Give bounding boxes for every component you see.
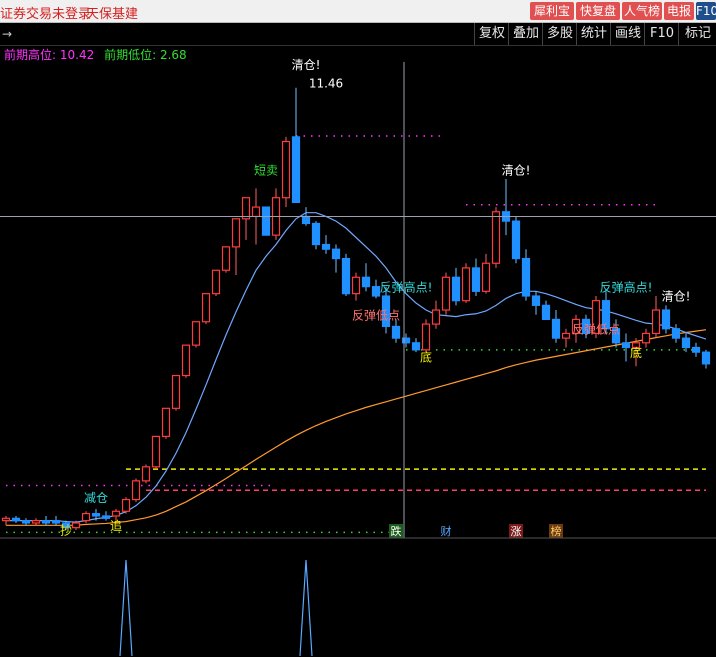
- candle-body: [331, 248, 341, 260]
- candle-body: [671, 328, 681, 339]
- candle-body: [561, 332, 571, 339]
- chart-annotation: 减仓: [84, 491, 108, 505]
- candle-body: [201, 293, 211, 323]
- candle-body: [131, 480, 141, 501]
- candle-body: [301, 215, 311, 225]
- candle-body: [121, 498, 131, 512]
- candle-body: [261, 206, 271, 236]
- candle-body: [691, 346, 701, 353]
- candle-body: [441, 276, 451, 311]
- candle-body: [701, 351, 711, 365]
- candle-body: [651, 309, 661, 335]
- candle-body: [471, 267, 481, 292]
- marker-label: 涨: [511, 525, 522, 538]
- candle-body: [661, 309, 671, 330]
- candle-body: [341, 257, 351, 295]
- candle-body: [461, 267, 471, 302]
- candle-body: [221, 246, 231, 271]
- candle-body: [321, 243, 331, 250]
- candle-body: [31, 520, 41, 524]
- candle-body: [51, 520, 61, 524]
- chart-annotation: 反弹低点: [572, 322, 620, 336]
- candle-body: [411, 342, 421, 351]
- candle-body: [41, 520, 51, 524]
- candle-body: [281, 140, 291, 199]
- candle-body: [551, 318, 561, 339]
- chart-annotation: 清仓!: [292, 58, 321, 72]
- marker-label: 榜: [551, 524, 562, 538]
- chart-annotation: 11.46: [309, 77, 343, 91]
- candle-body: [71, 522, 81, 529]
- ma-long-line: [6, 329, 707, 526]
- candle-body: [11, 517, 21, 522]
- ma-short-line: [6, 212, 707, 523]
- marker-label: 财: [441, 524, 452, 538]
- candle-body: [211, 269, 221, 295]
- chart-annotation: 抄: [60, 524, 72, 538]
- chart-annotation: 清仓!: [502, 163, 531, 177]
- candle-body: [451, 276, 461, 302]
- chart-annotation: 短卖: [254, 163, 278, 177]
- candle-body: [171, 374, 181, 409]
- candle-body: [151, 435, 161, 468]
- candle-body: [541, 304, 551, 320]
- chart-annotation: 反弹高点!: [380, 279, 433, 294]
- candle-body: [311, 222, 321, 246]
- candle-body: [251, 206, 261, 218]
- chart-annotation: 反弹低点: [352, 308, 400, 322]
- candle-body: [361, 276, 371, 288]
- moving-averages: [6, 212, 707, 526]
- candle-body: [421, 323, 431, 351]
- candle-body: [111, 510, 121, 517]
- candle-body: [641, 332, 651, 344]
- candle-body: [91, 513, 101, 517]
- candle-body: [681, 337, 691, 349]
- sub-panel: [0, 537, 716, 657]
- candle-body: [21, 520, 31, 524]
- candle-body: [531, 295, 541, 306]
- candle-body: [141, 466, 151, 482]
- candle-body: [81, 513, 91, 522]
- candle-body: [481, 262, 491, 292]
- candle-body: [181, 344, 191, 377]
- candle-body: [621, 342, 631, 349]
- candle-body: [431, 309, 441, 325]
- indicator-spike: [299, 559, 313, 657]
- chart-annotation: 底: [630, 345, 642, 360]
- chart-annotation: 清仓!: [662, 290, 691, 304]
- candle-body: [161, 407, 171, 438]
- candle-body: [1, 517, 11, 522]
- kline-chart[interactable]: 清仓!11.46短卖 清仓!反弹高点!反弹低点底反弹高点!反弹低点清仓!底减仓追抄…: [0, 0, 716, 657]
- candle-body: [391, 325, 401, 339]
- candle-body: [191, 321, 201, 346]
- indicator-spike: [119, 559, 133, 657]
- candle-body: [101, 515, 111, 519]
- chart-annotation: 底: [420, 350, 432, 365]
- candle-body: [491, 211, 501, 264]
- candle-body: [241, 197, 251, 220]
- candle-body: [521, 257, 531, 297]
- chart-annotation: 追: [110, 518, 122, 533]
- candle-body: [231, 218, 241, 248]
- candle-body: [511, 220, 521, 260]
- chart-annotation: 反弹高点!: [600, 279, 653, 294]
- candle-body: [291, 136, 301, 204]
- candle-body: [351, 276, 361, 295]
- crosshair: [0, 62, 716, 538]
- marker-label: 跌: [391, 524, 402, 538]
- candle-body: [371, 286, 381, 297]
